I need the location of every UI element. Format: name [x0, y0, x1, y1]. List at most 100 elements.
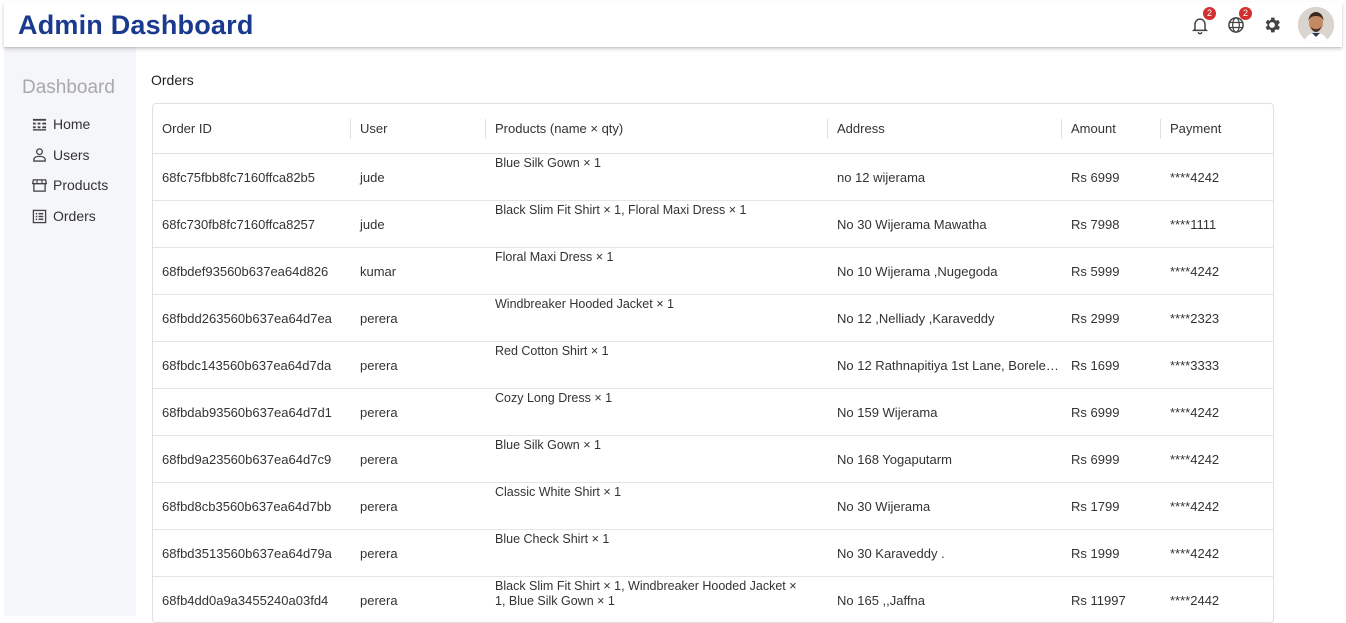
list-icon: [32, 209, 47, 224]
payment-cell: ****4242: [1161, 530, 1273, 577]
amount-cell: Rs 6999: [1062, 154, 1161, 201]
user-cell: perera: [351, 577, 486, 623]
table-header: Order ID User Products (name × qty) Addr…: [153, 104, 1273, 154]
products-cell: Blue Silk Gown × 1: [486, 156, 816, 171]
payment-cell: ****2442: [1161, 577, 1273, 623]
amount-cell: Rs 1699: [1062, 342, 1161, 389]
order-id-cell: 68fbdd263560b637ea64d7ea: [153, 295, 351, 342]
products-cell: Windbreaker Hooded Jacket × 1: [486, 297, 816, 312]
amount-cell: Rs 1799: [1062, 483, 1161, 530]
user-cell: kumar: [351, 248, 486, 295]
gear-icon: [1262, 15, 1282, 35]
table-row[interactable]: 68fbdab93560b637ea64d7d1 perera Cozy Lon…: [153, 389, 1273, 436]
user-cell: perera: [351, 295, 486, 342]
order-id-cell: 68fc75fbb8fc7160ffca82b5: [153, 154, 351, 201]
order-id-cell: 68fb4dd0a9a3455240a03fd4: [153, 577, 351, 623]
table-row[interactable]: 68fbd9a23560b637ea64d7c9 perera Blue Sil…: [153, 436, 1273, 483]
payment-cell: ****2323: [1161, 295, 1273, 342]
table-row[interactable]: 68fbdd263560b637ea64d7ea perera Windbrea…: [153, 295, 1273, 342]
amount-cell: Rs 1999: [1062, 530, 1161, 577]
amount-cell: Rs 6999: [1062, 436, 1161, 483]
payment-cell: ****1111: [1161, 201, 1273, 248]
order-id-cell: 68fbd8cb3560b637ea64d7bb: [153, 483, 351, 530]
address-cell: No 30 Wijerama Mawatha: [828, 201, 1062, 248]
payment-cell: ****4242: [1161, 436, 1273, 483]
language-badge: 2: [1239, 7, 1252, 20]
notifications-badge: 2: [1203, 7, 1216, 20]
column-header[interactable]: Address: [828, 104, 885, 154]
user-cell: perera: [351, 483, 486, 530]
sidebar-item-home[interactable]: Home: [32, 109, 108, 140]
sidebar-item-label: Users: [53, 147, 90, 163]
user-cell: jude: [351, 154, 486, 201]
amount-cell: Rs 5999: [1062, 248, 1161, 295]
table-row[interactable]: 68fbdc143560b637ea64d7da perera Red Cott…: [153, 342, 1273, 389]
user-cell: perera: [351, 436, 486, 483]
orders-table: Order ID User Products (name × qty) Addr…: [152, 103, 1274, 623]
table-row[interactable]: 68fc730fb8fc7160ffca8257 jude Black Slim…: [153, 201, 1273, 248]
avatar[interactable]: [1298, 7, 1334, 43]
store-icon: [32, 178, 47, 193]
address-cell: No 30 Wijerama: [828, 483, 1062, 530]
order-id-cell: 68fbdab93560b637ea64d7d1: [153, 389, 351, 436]
products-cell: Black Slim Fit Shirt × 1, Floral Maxi Dr…: [486, 203, 816, 218]
payment-cell: ****4242: [1161, 154, 1273, 201]
home-icon: [32, 117, 47, 132]
user-cell: perera: [351, 342, 486, 389]
order-id-cell: 68fbdc143560b637ea64d7da: [153, 342, 351, 389]
address-cell: no 12 wijerama: [828, 154, 1062, 201]
table-row[interactable]: 68fbd8cb3560b637ea64d7bb perera Classic …: [153, 483, 1273, 530]
column-header[interactable]: Amount: [1062, 104, 1116, 154]
address-cell: No 12 ,Nelliady ,Karaveddy: [828, 295, 1062, 342]
table-row[interactable]: 68fbdef93560b637ea64d826 kumar Floral Ma…: [153, 248, 1273, 295]
column-header[interactable]: Order ID: [153, 104, 212, 154]
sidebar-item-orders[interactable]: Orders: [32, 201, 108, 232]
avatar-image: [1298, 7, 1334, 43]
order-id-cell: 68fc730fb8fc7160ffca8257: [153, 201, 351, 248]
address-cell: No 30 Karaveddy .: [828, 530, 1062, 577]
products-cell: Floral Maxi Dress × 1: [486, 250, 816, 265]
column-header[interactable]: Payment: [1161, 104, 1221, 154]
products-cell: Blue Silk Gown × 1: [486, 438, 816, 453]
sidebar: Dashboard Home Users Products Orders: [4, 47, 136, 616]
order-id-cell: 68fbd3513560b637ea64d79a: [153, 530, 351, 577]
settings-button[interactable]: [1260, 13, 1284, 37]
amount-cell: Rs 11997: [1062, 577, 1161, 623]
amount-cell: Rs 6999: [1062, 389, 1161, 436]
table-row[interactable]: 68fc75fbb8fc7160ffca82b5 jude Blue Silk …: [153, 154, 1273, 201]
address-cell: No 168 Yogaputarm: [828, 436, 1062, 483]
sidebar-item-users[interactable]: Users: [32, 140, 108, 171]
appbar-actions: 2 2: [1188, 8, 1334, 42]
sidebar-item-products[interactable]: Products: [32, 170, 108, 201]
table-row[interactable]: 68fbd3513560b637ea64d79a perera Blue Che…: [153, 530, 1273, 577]
payment-cell: ****3333: [1161, 342, 1273, 389]
address-cell: No 12 Rathnapitiya 1st Lane, Boreles…: [828, 342, 1062, 389]
address-cell: No 10 Wijerama ,Nugegoda: [828, 248, 1062, 295]
app-title: Admin Dashboard: [18, 10, 254, 41]
page-title: Orders: [151, 72, 194, 88]
table-row[interactable]: 68fb4dd0a9a3455240a03fd4 perera Black Sl…: [153, 577, 1273, 623]
app-bar: Admin Dashboard 2 2: [4, 2, 1342, 47]
main-content: Orders: [151, 72, 194, 88]
user-cell: perera: [351, 530, 486, 577]
order-id-cell: 68fbd9a23560b637ea64d7c9: [153, 436, 351, 483]
products-cell: Cozy Long Dress × 1: [486, 391, 816, 406]
amount-cell: Rs 7998: [1062, 201, 1161, 248]
column-header[interactable]: Products (name × qty): [486, 104, 623, 154]
payment-cell: ****4242: [1161, 389, 1273, 436]
sidebar-title: Dashboard: [22, 77, 115, 99]
sidebar-item-label: Products: [53, 177, 108, 193]
address-cell: No 165 ,,Jaffna: [828, 577, 1062, 623]
user-icon: [32, 147, 47, 162]
user-cell: perera: [351, 389, 486, 436]
address-cell: No 159 Wijerama: [828, 389, 1062, 436]
products-cell: Red Cotton Shirt × 1: [486, 344, 816, 359]
payment-cell: ****4242: [1161, 483, 1273, 530]
payment-cell: ****4242: [1161, 248, 1273, 295]
column-header[interactable]: User: [351, 104, 387, 154]
language-button[interactable]: 2: [1224, 13, 1248, 37]
sidebar-nav: Home Users Products Orders: [32, 109, 108, 231]
notifications-button[interactable]: 2: [1188, 13, 1212, 37]
products-cell: Black Slim Fit Shirt × 1, Windbreaker Ho…: [486, 579, 806, 609]
sidebar-item-label: Home: [53, 116, 90, 132]
